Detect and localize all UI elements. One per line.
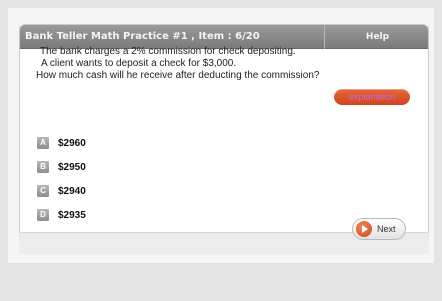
next-button-label: Next	[377, 224, 396, 234]
option-letter-c: C	[37, 185, 49, 197]
answer-option-b[interactable]: B $2950	[37, 161, 86, 173]
option-value-d: $2935	[58, 209, 86, 221]
option-letter-d: D	[37, 209, 49, 221]
question-text: The bank charges a 2% commission for che…	[36, 46, 400, 82]
answer-option-c[interactable]: C $2940	[37, 185, 86, 197]
next-button[interactable]: Next	[352, 218, 406, 240]
quiz-title: Bank Teller Math Practice #1 , Item : 6/…	[25, 31, 260, 42]
question-line-2: A client wants to deposit a check for $3…	[41, 58, 237, 69]
option-value-b: $2950	[58, 161, 86, 173]
option-letter-a: A	[37, 137, 49, 149]
option-value-c: $2940	[58, 185, 86, 197]
option-letter-b: B	[37, 161, 49, 173]
question-line-1: The bank charges a 2% commission for che…	[40, 46, 296, 57]
option-value-a: $2960	[58, 137, 86, 149]
next-arrow-icon	[356, 221, 372, 237]
answer-option-d[interactable]: D $2935	[37, 209, 86, 221]
answer-option-a[interactable]: A $2960	[37, 137, 86, 149]
question-line-3: How much cash will he receive after dedu…	[36, 70, 320, 81]
explanation-button[interactable]: explanation	[334, 89, 410, 105]
